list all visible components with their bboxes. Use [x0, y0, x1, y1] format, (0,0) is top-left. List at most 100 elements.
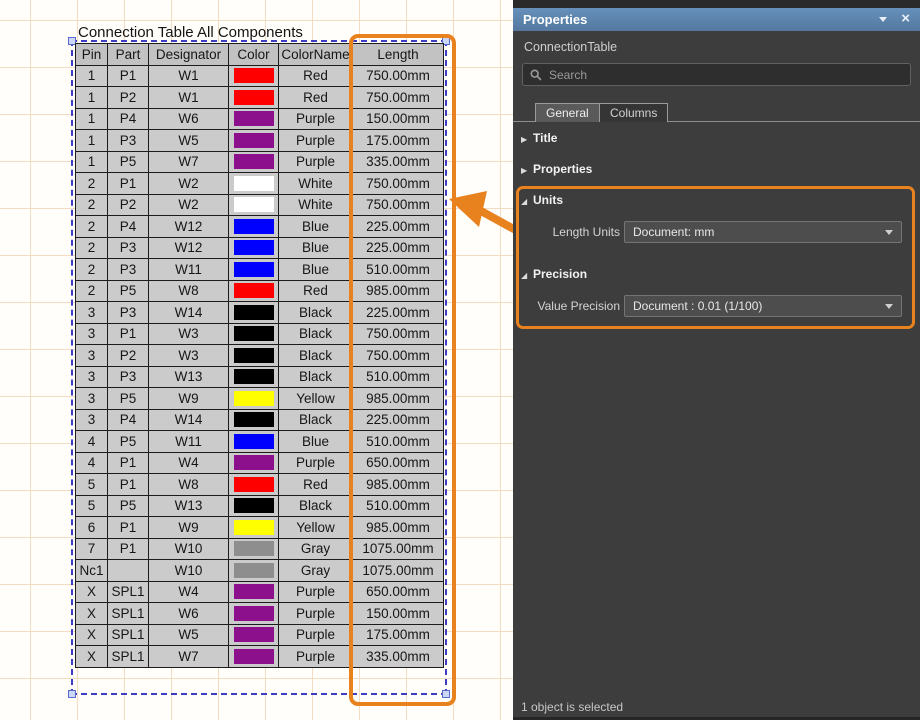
table-row[interactable]: XSPL1W5Purple175.00mm: [76, 624, 444, 646]
column-header-length[interactable]: Length: [353, 44, 444, 66]
section-title[interactable]: ▶Title: [521, 131, 557, 145]
table-row[interactable]: 2P3W11Blue510.00mm: [76, 259, 444, 281]
cell-color: [229, 409, 279, 431]
table-row[interactable]: 5P5W13Black510.00mm: [76, 495, 444, 517]
table-row[interactable]: XSPL1W4Purple650.00mm: [76, 581, 444, 603]
cell-color: [229, 345, 279, 367]
table-row[interactable]: 3P2W3Black750.00mm: [76, 345, 444, 367]
cell: 510.00mm: [353, 431, 444, 453]
column-header-colorname[interactable]: ColorName: [279, 44, 353, 66]
cell: 225.00mm: [353, 216, 444, 238]
cell: SPL1: [108, 603, 149, 625]
cell: 225.00mm: [353, 409, 444, 431]
cell-color: [229, 452, 279, 474]
tab-general[interactable]: General: [535, 103, 600, 122]
table-row[interactable]: 2P2W2White750.00mm: [76, 194, 444, 216]
cell: 7: [76, 538, 108, 560]
cell: 2: [76, 194, 108, 216]
table-row[interactable]: 6P1W9Yellow985.00mm: [76, 517, 444, 539]
cell: P1: [108, 173, 149, 195]
table-row[interactable]: 3P3W14Black225.00mm: [76, 302, 444, 324]
table-row[interactable]: 1P4W6Purple150.00mm: [76, 108, 444, 130]
table-row[interactable]: 3P1W3Black750.00mm: [76, 323, 444, 345]
cell: 985.00mm: [353, 517, 444, 539]
cell-color: [229, 366, 279, 388]
table-row[interactable]: 2P1W2White750.00mm: [76, 173, 444, 195]
table-row[interactable]: 3P4W14Black225.00mm: [76, 409, 444, 431]
table-row[interactable]: 7P1W10Gray1075.00mm: [76, 538, 444, 560]
cell: Purple: [279, 151, 353, 173]
cell: Gray: [279, 560, 353, 582]
color-swatch: [234, 348, 274, 363]
cell: Red: [279, 65, 353, 87]
tab-columns[interactable]: Columns: [599, 103, 668, 122]
table-row[interactable]: XSPL1W7Purple335.00mm: [76, 646, 444, 668]
cell: W2: [149, 194, 229, 216]
table-row[interactable]: 1P2W1Red750.00mm: [76, 87, 444, 109]
cell: W10: [149, 538, 229, 560]
schematic-sheet: Connection Table All Components PinPartD…: [0, 0, 513, 720]
table-row[interactable]: 4P5W11Blue510.00mm: [76, 431, 444, 453]
cell: Gray: [279, 538, 353, 560]
section-properties[interactable]: ▶Properties: [521, 162, 592, 176]
cell-color: [229, 646, 279, 668]
chevron-down-icon[interactable]: [879, 17, 887, 22]
color-swatch: [234, 520, 274, 535]
table-row[interactable]: 3P3W13Black510.00mm: [76, 366, 444, 388]
cell: 2: [76, 173, 108, 195]
color-swatch: [234, 219, 274, 234]
table-row[interactable]: 2P3W12Blue225.00mm: [76, 237, 444, 259]
value-precision-dropdown[interactable]: Document : 0.01 (1/100): [624, 295, 902, 317]
cell: W7: [149, 646, 229, 668]
column-header-pin[interactable]: Pin: [76, 44, 108, 66]
table-row[interactable]: 1P3W5Purple175.00mm: [76, 130, 444, 152]
cell-color: [229, 151, 279, 173]
table-row[interactable]: Nc1W10Gray1075.00mm: [76, 560, 444, 582]
cell: W1: [149, 87, 229, 109]
cell: W9: [149, 388, 229, 410]
color-swatch: [234, 68, 274, 83]
table-row[interactable]: 1P5W7Purple335.00mm: [76, 151, 444, 173]
search-input[interactable]: Search: [522, 63, 911, 86]
table-row[interactable]: 1P1W1Red750.00mm: [76, 65, 444, 87]
cell: 985.00mm: [353, 388, 444, 410]
cell: 2: [76, 216, 108, 238]
table-row[interactable]: 2P5W8Red985.00mm: [76, 280, 444, 302]
cell: X: [76, 581, 108, 603]
cell: 3: [76, 388, 108, 410]
section-precision[interactable]: ◢Precision: [521, 267, 587, 281]
cell: W2: [149, 173, 229, 195]
cell-color: [229, 173, 279, 195]
table-row[interactable]: 2P4W12Blue225.00mm: [76, 216, 444, 238]
triangle-expanded-icon: ◢: [521, 197, 533, 206]
cell: Black: [279, 302, 353, 324]
length-units-dropdown[interactable]: Document: mm: [624, 221, 902, 243]
cell: Blue: [279, 259, 353, 281]
cell: Blue: [279, 216, 353, 238]
color-swatch: [234, 369, 274, 384]
column-header-part[interactable]: Part: [108, 44, 149, 66]
cell: 750.00mm: [353, 345, 444, 367]
table-row[interactable]: 3P5W9Yellow985.00mm: [76, 388, 444, 410]
close-icon[interactable]: ×: [901, 11, 910, 26]
cell: 1: [76, 87, 108, 109]
selection-handle[interactable]: [442, 690, 450, 698]
cell: Purple: [279, 603, 353, 625]
table-row[interactable]: 4P1W4Purple650.00mm: [76, 452, 444, 474]
section-units[interactable]: ◢Units: [521, 193, 563, 207]
cell: 5: [76, 495, 108, 517]
cell: 3: [76, 409, 108, 431]
cell: Red: [279, 280, 353, 302]
search-icon: [530, 69, 542, 81]
cell: W13: [149, 366, 229, 388]
color-swatch: [234, 133, 274, 148]
cell: P5: [108, 431, 149, 453]
connection-table[interactable]: PinPartDesignatorColorColorNameLength 1P…: [75, 43, 444, 668]
column-header-designator[interactable]: Designator: [149, 44, 229, 66]
color-swatch: [234, 176, 274, 191]
color-swatch: [234, 584, 274, 599]
selection-handle[interactable]: [68, 690, 76, 698]
table-row[interactable]: XSPL1W6Purple150.00mm: [76, 603, 444, 625]
table-row[interactable]: 5P1W8Red985.00mm: [76, 474, 444, 496]
column-header-color[interactable]: Color: [229, 44, 279, 66]
